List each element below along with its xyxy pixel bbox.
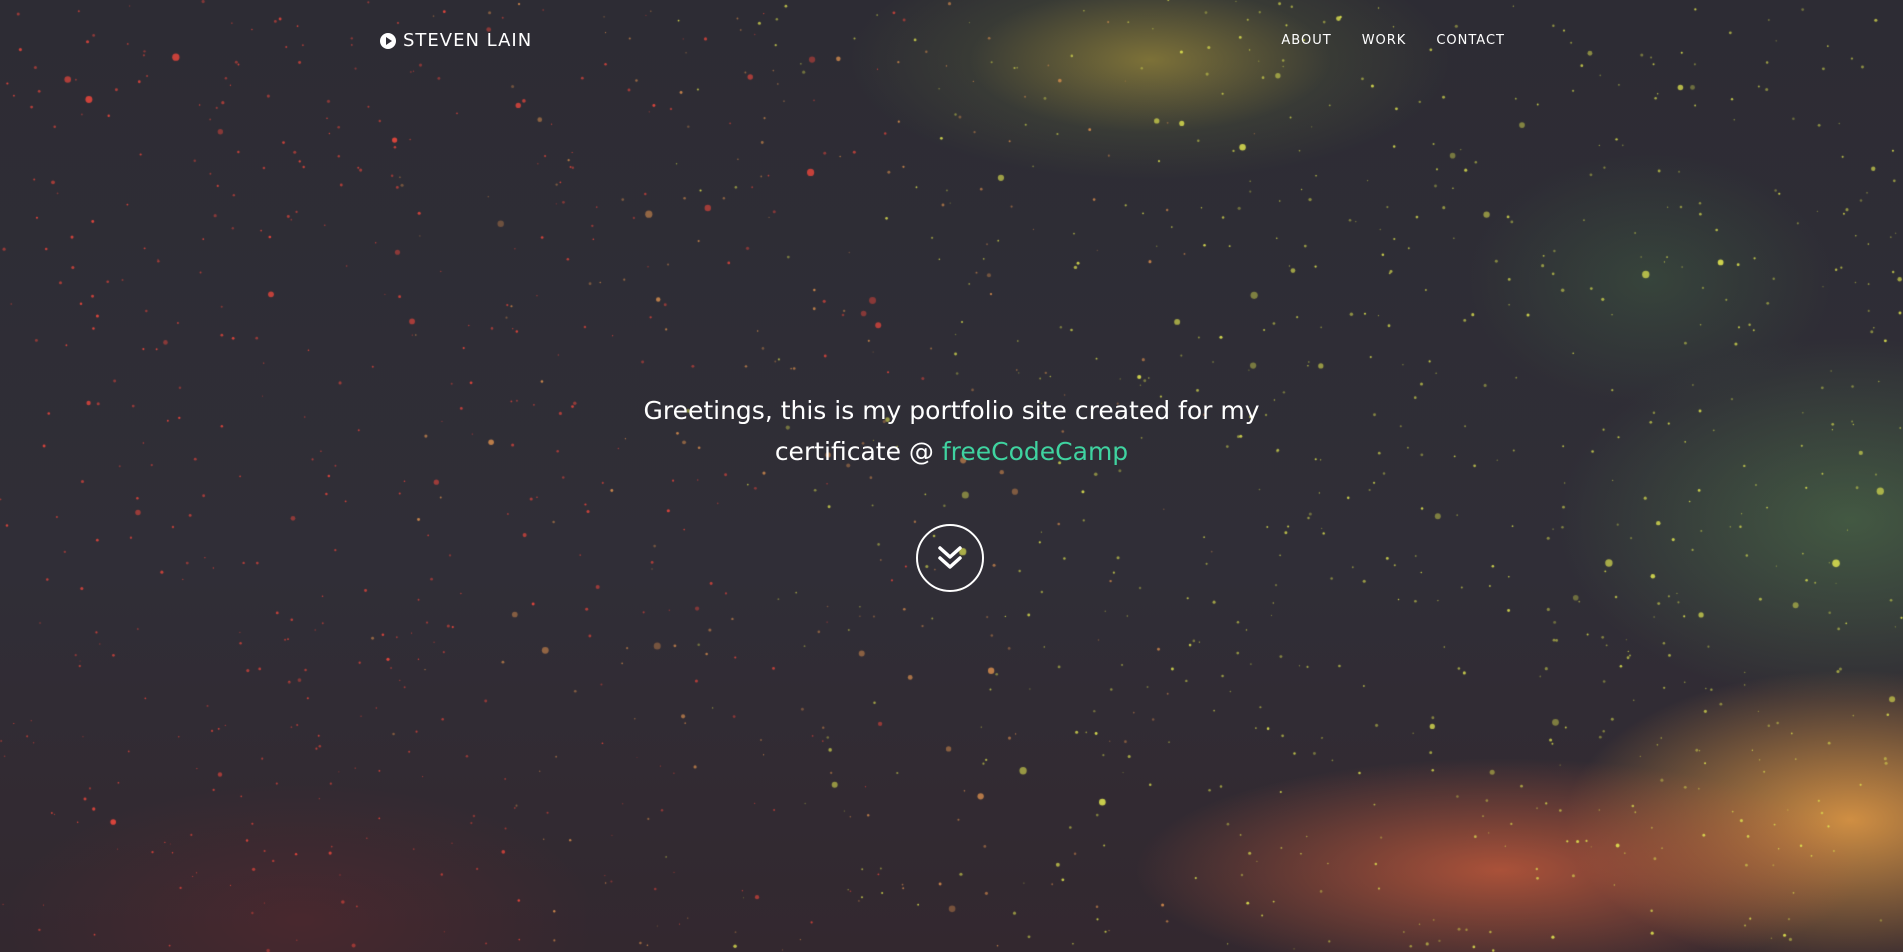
nav-link-contact[interactable]: CONTACT: [1436, 33, 1505, 48]
freecodecamp-link[interactable]: freeCodeCamp: [942, 437, 1128, 466]
starry-sky-background: [0, 0, 1903, 952]
brand-link[interactable]: STEVEN LAIN: [380, 30, 532, 51]
brand-name: STEVEN LAIN: [403, 30, 533, 51]
scroll-down-button[interactable]: [916, 524, 984, 592]
double-chevron-down-icon: [938, 546, 962, 569]
play-circle-icon: [380, 32, 396, 49]
nav-links: ABOUT WORK CONTACT: [1251, 33, 1505, 48]
intro-line-1: Greetings, this is my portfolio site cre…: [643, 396, 1260, 425]
hero-section: STEVEN LAIN ABOUT WORK CONTACT Greetings…: [0, 0, 1903, 952]
intro-line-2-text: certificate @: [774, 437, 934, 466]
navbar: STEVEN LAIN ABOUT WORK CONTACT: [0, 0, 1903, 84]
intro-text: Greetings, this is my portfolio site cre…: [0, 390, 1903, 472]
nav-link-work[interactable]: WORK: [1362, 33, 1407, 48]
intro-line-2: certificate @ freeCodeCamp: [0, 431, 1903, 472]
nav-link-about[interactable]: ABOUT: [1281, 33, 1331, 48]
